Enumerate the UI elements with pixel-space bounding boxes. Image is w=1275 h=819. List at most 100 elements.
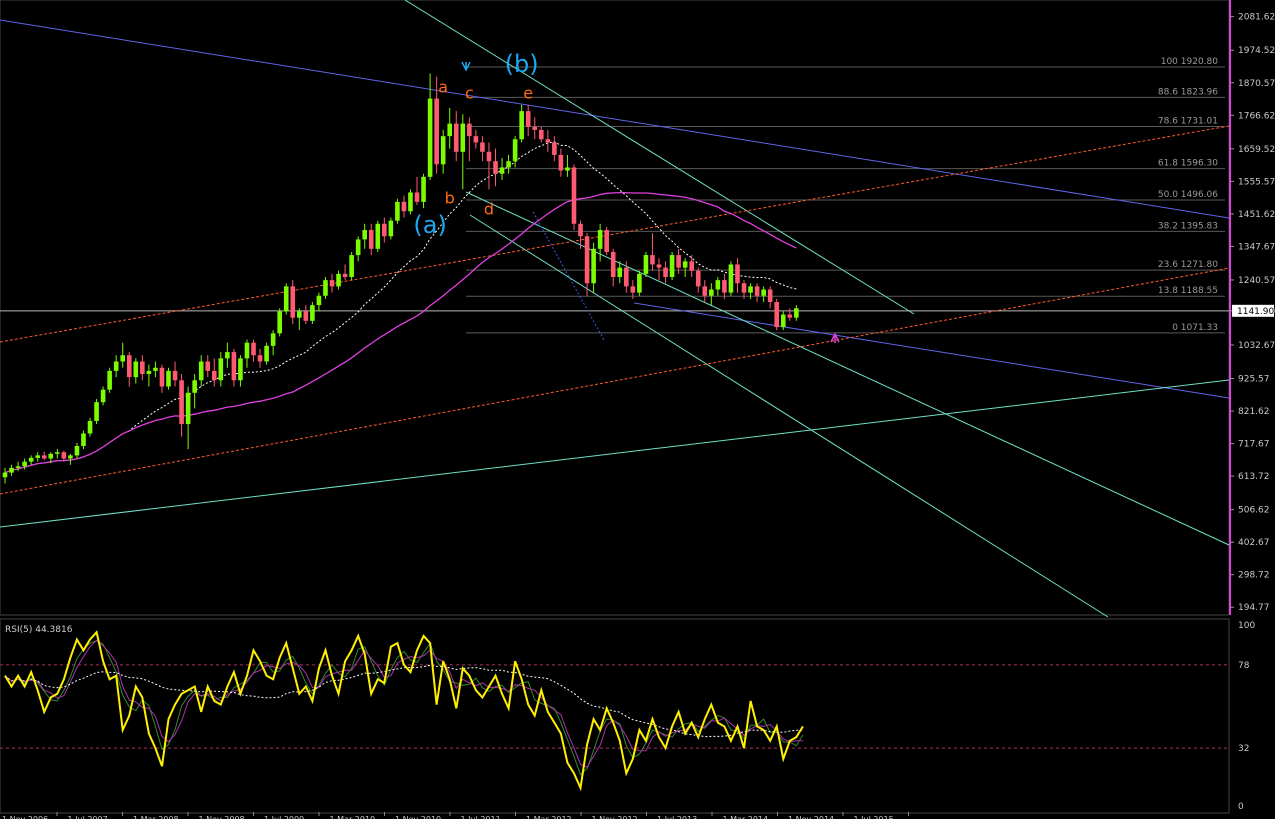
blue-trendline-lower: [633, 302, 1230, 399]
candle-body: [310, 305, 315, 321]
candle-body: [297, 311, 302, 318]
rsi-axis-label: 78: [1238, 661, 1250, 671]
price-axis-label: 1870.57: [1238, 79, 1275, 89]
candle-body: [643, 255, 649, 274]
price-axis: 2081.62 1974.52 1870.57 1766.62 1659.52 1555.…: [1230, 13, 1275, 613]
candle-body: [473, 136, 479, 143]
candle-body: [388, 220, 394, 237]
chart-grid-lines: 100 1920.80 88.6 1823.96 78.6 1731.01 61.8 …: [0, 0, 1231, 814]
fib-level-label: 78.6 1731.01: [1158, 116, 1218, 126]
candle-body: [323, 280, 328, 296]
candle-body: [702, 286, 708, 296]
candle-body: [74, 445, 80, 456]
candle-body: [624, 267, 629, 287]
price-axis-label: 1659.52: [1238, 145, 1275, 155]
candle-body: [512, 139, 518, 162]
rsi-panel: RSI(5) 44.3816 100 78 32 0: [0, 621, 1255, 812]
candle-body: [434, 98, 439, 165]
candle-body: [401, 201, 407, 212]
time-axis-label: 1 Jul 2011: [461, 815, 501, 819]
time-axis-label: 1 Jul 2013: [657, 815, 697, 819]
candle-body: [395, 201, 400, 221]
wave-label-minor: d: [484, 199, 494, 218]
time-axis-label: 1 Mar 2014: [723, 815, 769, 819]
price-axis-label: 1032.67: [1238, 341, 1275, 351]
candle-body: [140, 361, 145, 375]
fib-level-label: 23.6 1271.80: [1158, 260, 1218, 270]
candle-body: [68, 455, 73, 459]
candle-body: [689, 261, 694, 271]
trend-lines: [0, 0, 1230, 618]
candle-body: [715, 280, 721, 290]
candle-body: [225, 352, 230, 359]
wave-label-minor: a: [438, 77, 448, 96]
candle-body: [794, 308, 799, 318]
cyan-support-line: [0, 379, 1230, 528]
candle-body: [100, 389, 106, 403]
rsi-axis-label: 0: [1238, 802, 1244, 812]
candle-body: [153, 367, 158, 371]
candle-body: [604, 230, 609, 252]
candle-body: [722, 280, 727, 293]
candle-body: [787, 314, 793, 318]
rsi-signal-green: [4, 640, 804, 776]
chart-canvas[interactable]: 100 1920.80 88.6 1823.96 78.6 1731.01 61.8 …: [0, 0, 1275, 819]
cyan-channel-lower: [469, 214, 1109, 618]
candle-body: [336, 273, 341, 287]
candle-body: [440, 136, 446, 165]
candle-body: [231, 352, 237, 381]
candle-body: [709, 289, 714, 296]
candle-body: [630, 286, 636, 293]
moving-averages: [4, 141, 797, 474]
fib-level-label: 61.8 1596.30: [1158, 159, 1218, 169]
candle-body: [565, 167, 570, 171]
candle-body: [460, 123, 466, 152]
candle-body: [780, 314, 786, 328]
candle-body: [107, 370, 112, 390]
price-axis-label: 1766.62: [1238, 111, 1275, 121]
wave-labels: (a) (b) a b c d e: [413, 50, 840, 343]
candle-body: [166, 370, 171, 387]
price-axis-label: 1974.52: [1238, 46, 1275, 56]
price-axis-label: 298.72: [1238, 571, 1270, 581]
price-axis-label: 2081.62: [1238, 13, 1275, 23]
fib-level-label: 100 1920.80: [1161, 57, 1219, 67]
candle-body: [421, 176, 426, 202]
candle-body: [571, 167, 577, 224]
candle-body: [251, 342, 256, 356]
candle-body: [35, 455, 40, 458]
candle-body: [748, 286, 753, 293]
time-axis-label: 1 Mar 2008: [133, 815, 179, 819]
candle-body: [146, 370, 152, 375]
candle-body: [2, 472, 8, 478]
candle-body: [552, 142, 557, 155]
time-axis-label: 1 Jul 2007: [68, 815, 108, 819]
rsi-title: RSI(5) 44.3816: [5, 625, 73, 635]
time-axis-label: 1 Mar 2010: [330, 815, 376, 819]
candle-body: [545, 139, 551, 143]
candle-body: [447, 123, 453, 137]
fib-level-label: 13.8 1188.55: [1158, 286, 1218, 296]
fib-level-label: 38.2 1395.83: [1158, 221, 1218, 231]
price-axis-label: 402.67: [1238, 538, 1270, 548]
candle-body: [408, 192, 413, 212]
candle-body: [133, 361, 139, 378]
down-arrow-icon: [461, 61, 471, 72]
candle-body: [663, 267, 668, 277]
wave-label-major: (b): [505, 50, 539, 78]
rsi-panel-frame: [0, 618, 1230, 814]
candle-body: [532, 126, 538, 130]
candle-body: [382, 223, 387, 237]
time-axis-label: 1 Jul 2015: [854, 815, 894, 819]
price-axis-label: 506.62: [1238, 506, 1270, 516]
candle-body: [48, 453, 54, 459]
fib-level-label: 0 1071.33: [1172, 323, 1218, 333]
candle-body: [172, 370, 178, 381]
candle-body: [480, 142, 485, 152]
time-axis-label: 1 Mar 2012: [526, 815, 572, 819]
candle-body: [94, 402, 99, 421]
candle-body: [218, 358, 224, 381]
main-panel-frame: [0, 0, 1230, 616]
price-axis-label: 1347.67: [1238, 242, 1275, 252]
candle-body: [198, 361, 204, 381]
